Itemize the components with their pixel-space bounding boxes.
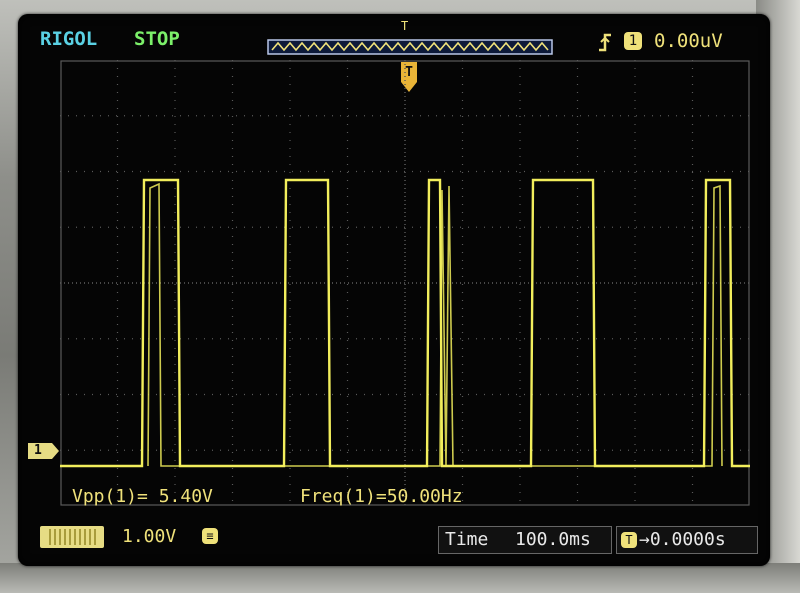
top-status-bar: RIGOL STOP T 1 0.00uV: [18, 14, 770, 66]
channel-1-trace: [60, 178, 750, 468]
channel-1-trace-ghost: [147, 182, 723, 467]
frequency-measurement: Freq(1)=50.00Hz: [300, 486, 463, 507]
timebase-value: 100.0ms: [515, 529, 591, 550]
vpp-measurement: Vpp(1)= 5.40V: [72, 486, 213, 507]
trigger-position-icon: T: [621, 532, 637, 548]
trigger-position-value: →0.0000s: [639, 529, 726, 550]
ground-marker-channel: 1: [34, 443, 42, 458]
brand-label: RIGOL: [40, 28, 98, 50]
run-state-label[interactable]: STOP: [134, 28, 180, 50]
ground-marker-arrow-icon: [28, 443, 59, 459]
trigger-channel-badge: 1: [624, 32, 642, 50]
memory-position-bar: [267, 39, 553, 55]
bezel-bottom-panel: [0, 563, 800, 593]
channel-1-indicator-pattern: [46, 529, 98, 545]
channel-1-scale: 1.00V: [122, 526, 177, 547]
coupling-icon: ≡: [202, 528, 218, 544]
graticule: [60, 60, 750, 506]
timebase-label: Time: [445, 529, 489, 550]
oscilloscope-screen: RIGOL STOP T 1 0.00uV T 1 Vpp(1)= 5.40V …: [18, 14, 770, 566]
waveform-display: [60, 60, 750, 506]
trigger-edge-icon: [599, 33, 611, 52]
trigger-level-readout: 0.00uV: [654, 30, 723, 52]
timebase-box[interactable]: Time 100.0ms: [438, 526, 612, 554]
channel-1-ground-marker[interactable]: 1: [26, 442, 60, 460]
channel-1-indicator[interactable]: [40, 526, 104, 548]
bottom-status-bar: 1.00V ≡ Time 100.0ms T →0.0000s: [18, 522, 770, 566]
trigger-position-marker: T: [401, 19, 409, 33]
trigger-position-box[interactable]: T →0.0000s: [616, 526, 758, 554]
